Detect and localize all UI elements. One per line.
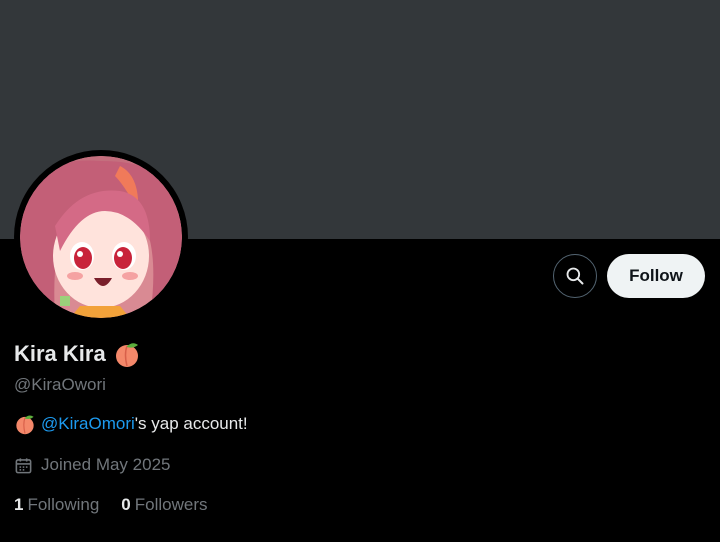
calendar-icon	[15, 457, 32, 473]
avatar[interactable]	[14, 150, 188, 324]
followers-link[interactable]: 0 Followers	[121, 495, 207, 515]
peach-emoji-icon	[115, 343, 138, 367]
follow-button[interactable]: Follow	[607, 254, 705, 298]
followers-count: 0	[121, 495, 131, 514]
follow-stats: 1 Following 0 Followers	[14, 495, 208, 515]
avatar-image	[20, 156, 182, 318]
search-button[interactable]	[553, 254, 597, 298]
peach-emoji-icon	[16, 415, 34, 435]
following-count: 1	[14, 495, 24, 514]
bio-mention-link[interactable]: @KiraOmori	[41, 414, 135, 434]
profile-handle: @KiraOwori	[14, 375, 106, 394]
bio: @KiraOmori's yap account!	[14, 413, 248, 435]
display-name: Kira Kira	[14, 341, 106, 366]
following-link[interactable]: 1 Following	[14, 495, 99, 515]
followers-label: Followers	[134, 495, 208, 514]
following-label: Following	[27, 495, 100, 514]
search-icon	[566, 267, 584, 285]
joined-date: Joined May 2025	[14, 455, 170, 475]
bio-text: 's yap account!	[134, 414, 248, 433]
name-row: Kira Kira	[14, 340, 141, 368]
joined-text: Joined May 2025	[41, 455, 171, 474]
